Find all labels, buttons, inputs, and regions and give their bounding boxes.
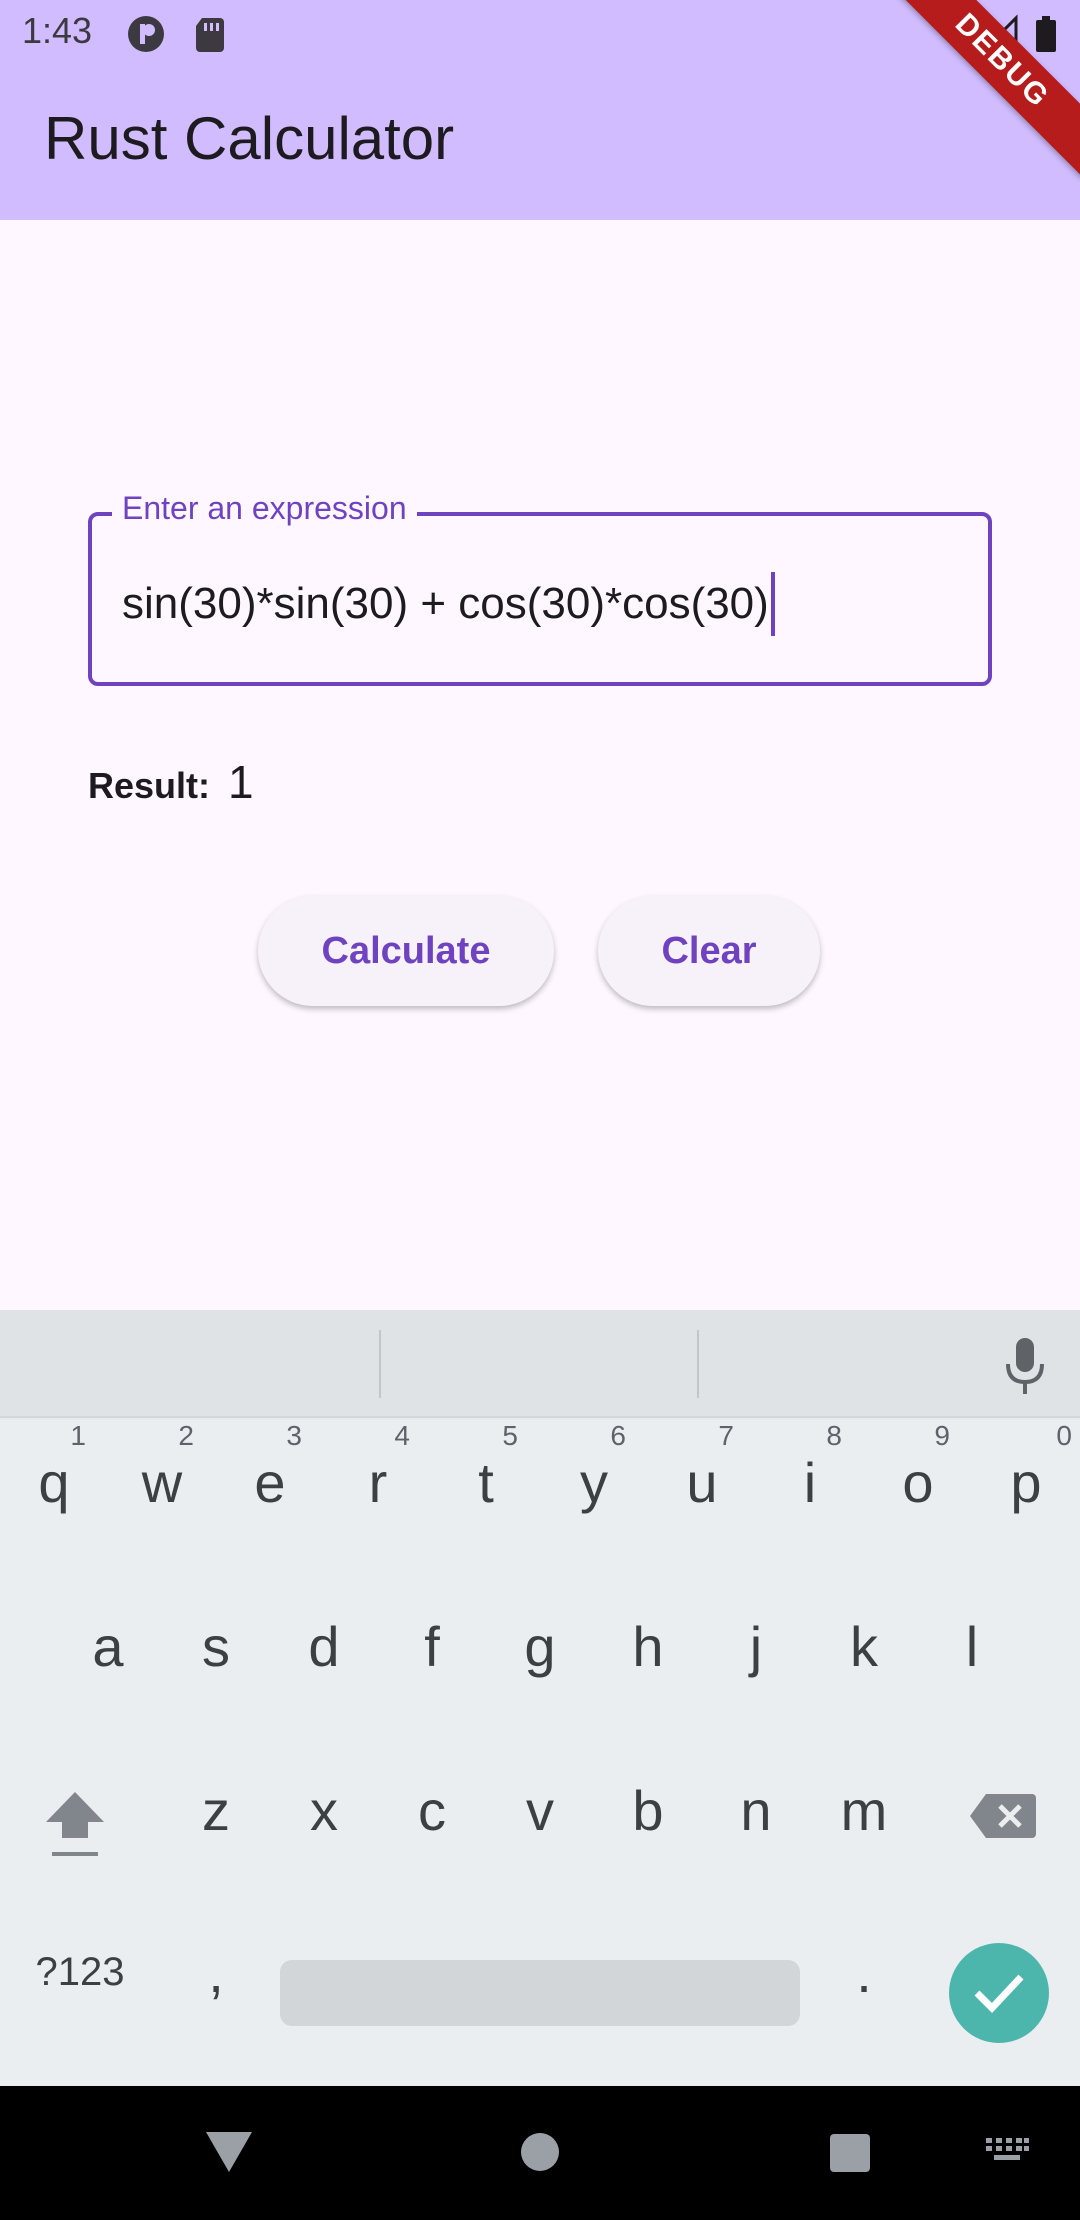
comma-key[interactable]: , [162,1910,270,2030]
status-time: 1:43 [22,10,93,51]
key-e[interactable]: 3e [216,1420,324,1540]
shift-key[interactable] [20,1748,128,1868]
shift-icon [46,1792,104,1856]
navigation-bar [0,2086,1080,2220]
key-r[interactable]: 4r [324,1420,432,1540]
key-m[interactable]: m [810,1748,918,1868]
expression-text: sin(30)*sin(30) + cos(30)*cos(30) [122,579,769,628]
main-content: Enter an expression sin(30)*sin(30) + co… [0,220,1080,1310]
space-key[interactable] [280,1960,800,2026]
key-a[interactable]: a [54,1584,162,1704]
key-y[interactable]: 6y [540,1420,648,1540]
recents-icon[interactable] [828,2132,872,2174]
symbols-key[interactable]: ?123 [20,1910,140,2030]
key-o[interactable]: 9o [864,1420,972,1540]
expression-input-label: Enter an expression [112,490,417,527]
result-row: Result: 1 [88,755,254,809]
key-k[interactable]: k [810,1584,918,1704]
key-j[interactable]: j [702,1584,810,1704]
result-value: 1 [228,756,254,808]
backspace-key[interactable] [952,1748,1060,1868]
key-g[interactable]: g [486,1584,594,1704]
battery-icon [1036,16,1056,52]
key-w[interactable]: 2w [108,1420,216,1540]
key-i[interactable]: 8i [756,1420,864,1540]
done-key[interactable] [949,1943,1049,2043]
notification-app-icon [128,16,164,52]
key-x[interactable]: x [270,1748,378,1868]
result-label: Result: [88,765,211,806]
key-t[interactable]: 5t [432,1420,540,1540]
calculate-button[interactable]: Calculate [258,896,554,1006]
keyboard-switch-icon[interactable] [984,2136,1030,2166]
app-title: Rust Calculator [44,105,455,172]
key-p[interactable]: 0p [972,1420,1080,1540]
key-q[interactable]: 1q [0,1420,108,1540]
sd-card-icon [196,18,224,52]
key-h[interactable]: h [594,1584,702,1704]
key-s[interactable]: s [162,1584,270,1704]
text-cursor [770,572,775,636]
app-bar: 1:43 Rust Calculator DEBUG [0,0,1080,220]
microphone-icon[interactable] [1000,1336,1050,1396]
expression-input-value[interactable]: sin(30)*sin(30) + cos(30)*cos(30) [122,572,775,636]
key-v[interactable]: v [486,1748,594,1868]
period-key[interactable]: . [810,1910,918,2030]
key-l[interactable]: l [918,1584,1026,1704]
suggestion-divider [697,1330,699,1398]
key-f[interactable]: f [378,1584,486,1704]
key-n[interactable]: n [702,1748,810,1868]
suggestion-divider [379,1330,381,1398]
clear-button[interactable]: Clear [598,896,820,1006]
key-b[interactable]: b [594,1748,702,1868]
key-z[interactable]: z [162,1748,270,1868]
checkmark-icon [974,1974,1024,2014]
key-c[interactable]: c [378,1748,486,1868]
back-icon[interactable] [204,2130,254,2174]
key-d[interactable]: d [270,1584,378,1704]
suggestion-strip [0,1310,1080,1418]
backspace-icon [970,1794,1036,1838]
key-u[interactable]: 7u [648,1420,756,1540]
home-icon[interactable] [520,2132,560,2172]
